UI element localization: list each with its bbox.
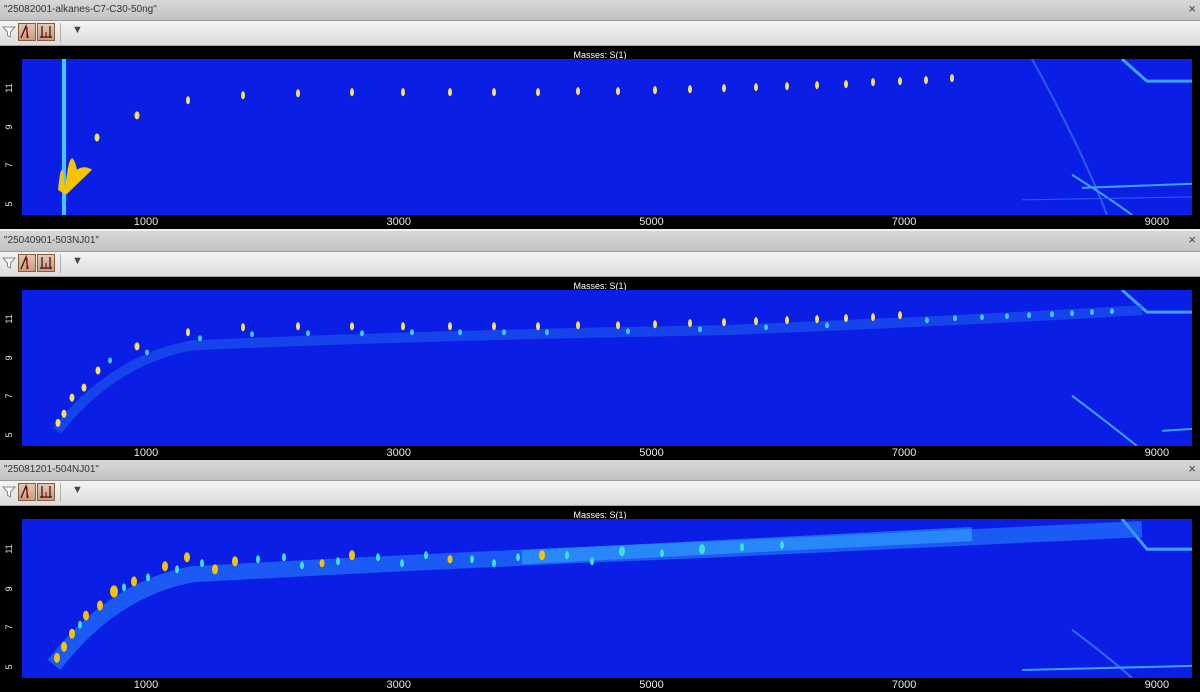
- funnel-icon[interactable]: [2, 25, 16, 39]
- x-tick-label: 5000: [639, 216, 664, 228]
- x-tick-label: 9000: [1144, 679, 1170, 691]
- y-tick-label: 7: [4, 624, 14, 630]
- x-axis: 1000 3000 5000 7000 9000: [22, 446, 1192, 460]
- y-tick-label: 11: [4, 544, 14, 554]
- chromatogram-panel-3: "25081201-504NJ01" × ▼ Masses: S(1) 5 7 …: [0, 460, 1200, 692]
- baseline-icon[interactable]: [37, 483, 55, 501]
- x-tick-label: 7000: [891, 216, 917, 228]
- x-tick-label: 1000: [133, 216, 159, 228]
- y-tick-label: 7: [4, 393, 14, 399]
- x-tick-label: 7000: [891, 447, 917, 459]
- y-tick-label: 7: [4, 162, 14, 168]
- baseline-icon[interactable]: [37, 23, 55, 41]
- panel-title-bar[interactable]: "25040901-503NJ01" ×: [0, 231, 1200, 252]
- peak-icon[interactable]: [18, 483, 36, 501]
- panel-title: "25082001-alkanes-C7-C30-50ng": [4, 4, 157, 15]
- y-axis: 5 7 9 11: [0, 519, 22, 678]
- panel-title: "25081201-504NJ01": [4, 464, 99, 475]
- baseline-icon[interactable]: [37, 254, 55, 272]
- y-axis: 5 7 9 11: [0, 290, 22, 446]
- x-axis: 1000 3000 5000 7000 9000: [22, 678, 1192, 692]
- funnel-icon[interactable]: [2, 485, 16, 499]
- gc-gc-contour-plot[interactable]: [22, 519, 1192, 678]
- y-tick-label: 5: [4, 201, 14, 207]
- x-tick-label: 5000: [639, 679, 664, 691]
- peak-icon[interactable]: [18, 254, 36, 272]
- gc-gc-contour-plot[interactable]: [22, 59, 1192, 215]
- funnel-icon[interactable]: [2, 256, 16, 270]
- y-tick-label: 5: [4, 432, 14, 438]
- dropdown-arrow-icon[interactable]: ▼: [72, 24, 83, 36]
- panel-toolbar: ▼: [0, 481, 1200, 506]
- gc-gc-contour-plot[interactable]: [22, 290, 1192, 446]
- y-tick-label: 9: [4, 124, 14, 130]
- x-axis: 1000 3000 5000 7000 9000: [22, 215, 1192, 229]
- toolbar-separator: [60, 254, 61, 273]
- x-tick-label: 1000: [133, 447, 159, 459]
- panel-title-bar[interactable]: "25081201-504NJ01" ×: [0, 460, 1200, 481]
- chromatogram-panel-2: "25040901-503NJ01" × ▼ Masses: S(1) 5 7 …: [0, 231, 1200, 460]
- toolbar-separator: [60, 483, 61, 502]
- x-tick-label: 5000: [639, 447, 664, 459]
- close-icon[interactable]: ×: [1188, 233, 1196, 247]
- panel-toolbar: ▼: [0, 21, 1200, 46]
- y-tick-label: 9: [4, 355, 14, 361]
- y-tick-label: 5: [4, 664, 14, 670]
- dropdown-arrow-icon[interactable]: ▼: [72, 255, 83, 267]
- chromatogram-panel-1: "25082001-alkanes-C7-C30-50ng" × ▼ Masse…: [0, 0, 1200, 229]
- peak-icon[interactable]: [18, 23, 36, 41]
- x-tick-label: 9000: [1144, 447, 1170, 459]
- x-tick-label: 9000: [1144, 216, 1170, 228]
- y-axis: 5 7 9 11: [0, 59, 22, 215]
- x-tick-label: 3000: [386, 679, 411, 691]
- panel-title: "25040901-503NJ01": [4, 235, 99, 246]
- y-tick-label: 11: [4, 83, 14, 93]
- close-icon[interactable]: ×: [1188, 462, 1196, 476]
- x-tick-label: 3000: [386, 216, 411, 228]
- x-tick-label: 3000: [386, 447, 411, 459]
- panel-title-bar[interactable]: "25082001-alkanes-C7-C30-50ng" ×: [0, 0, 1200, 21]
- y-tick-label: 11: [4, 314, 14, 324]
- toolbar-separator: [60, 23, 61, 42]
- close-icon[interactable]: ×: [1188, 2, 1196, 16]
- dropdown-arrow-icon[interactable]: ▼: [72, 484, 83, 496]
- x-tick-label: 1000: [133, 679, 159, 691]
- panel-toolbar: ▼: [0, 252, 1200, 277]
- x-tick-label: 7000: [891, 679, 917, 691]
- y-tick-label: 9: [4, 586, 14, 592]
